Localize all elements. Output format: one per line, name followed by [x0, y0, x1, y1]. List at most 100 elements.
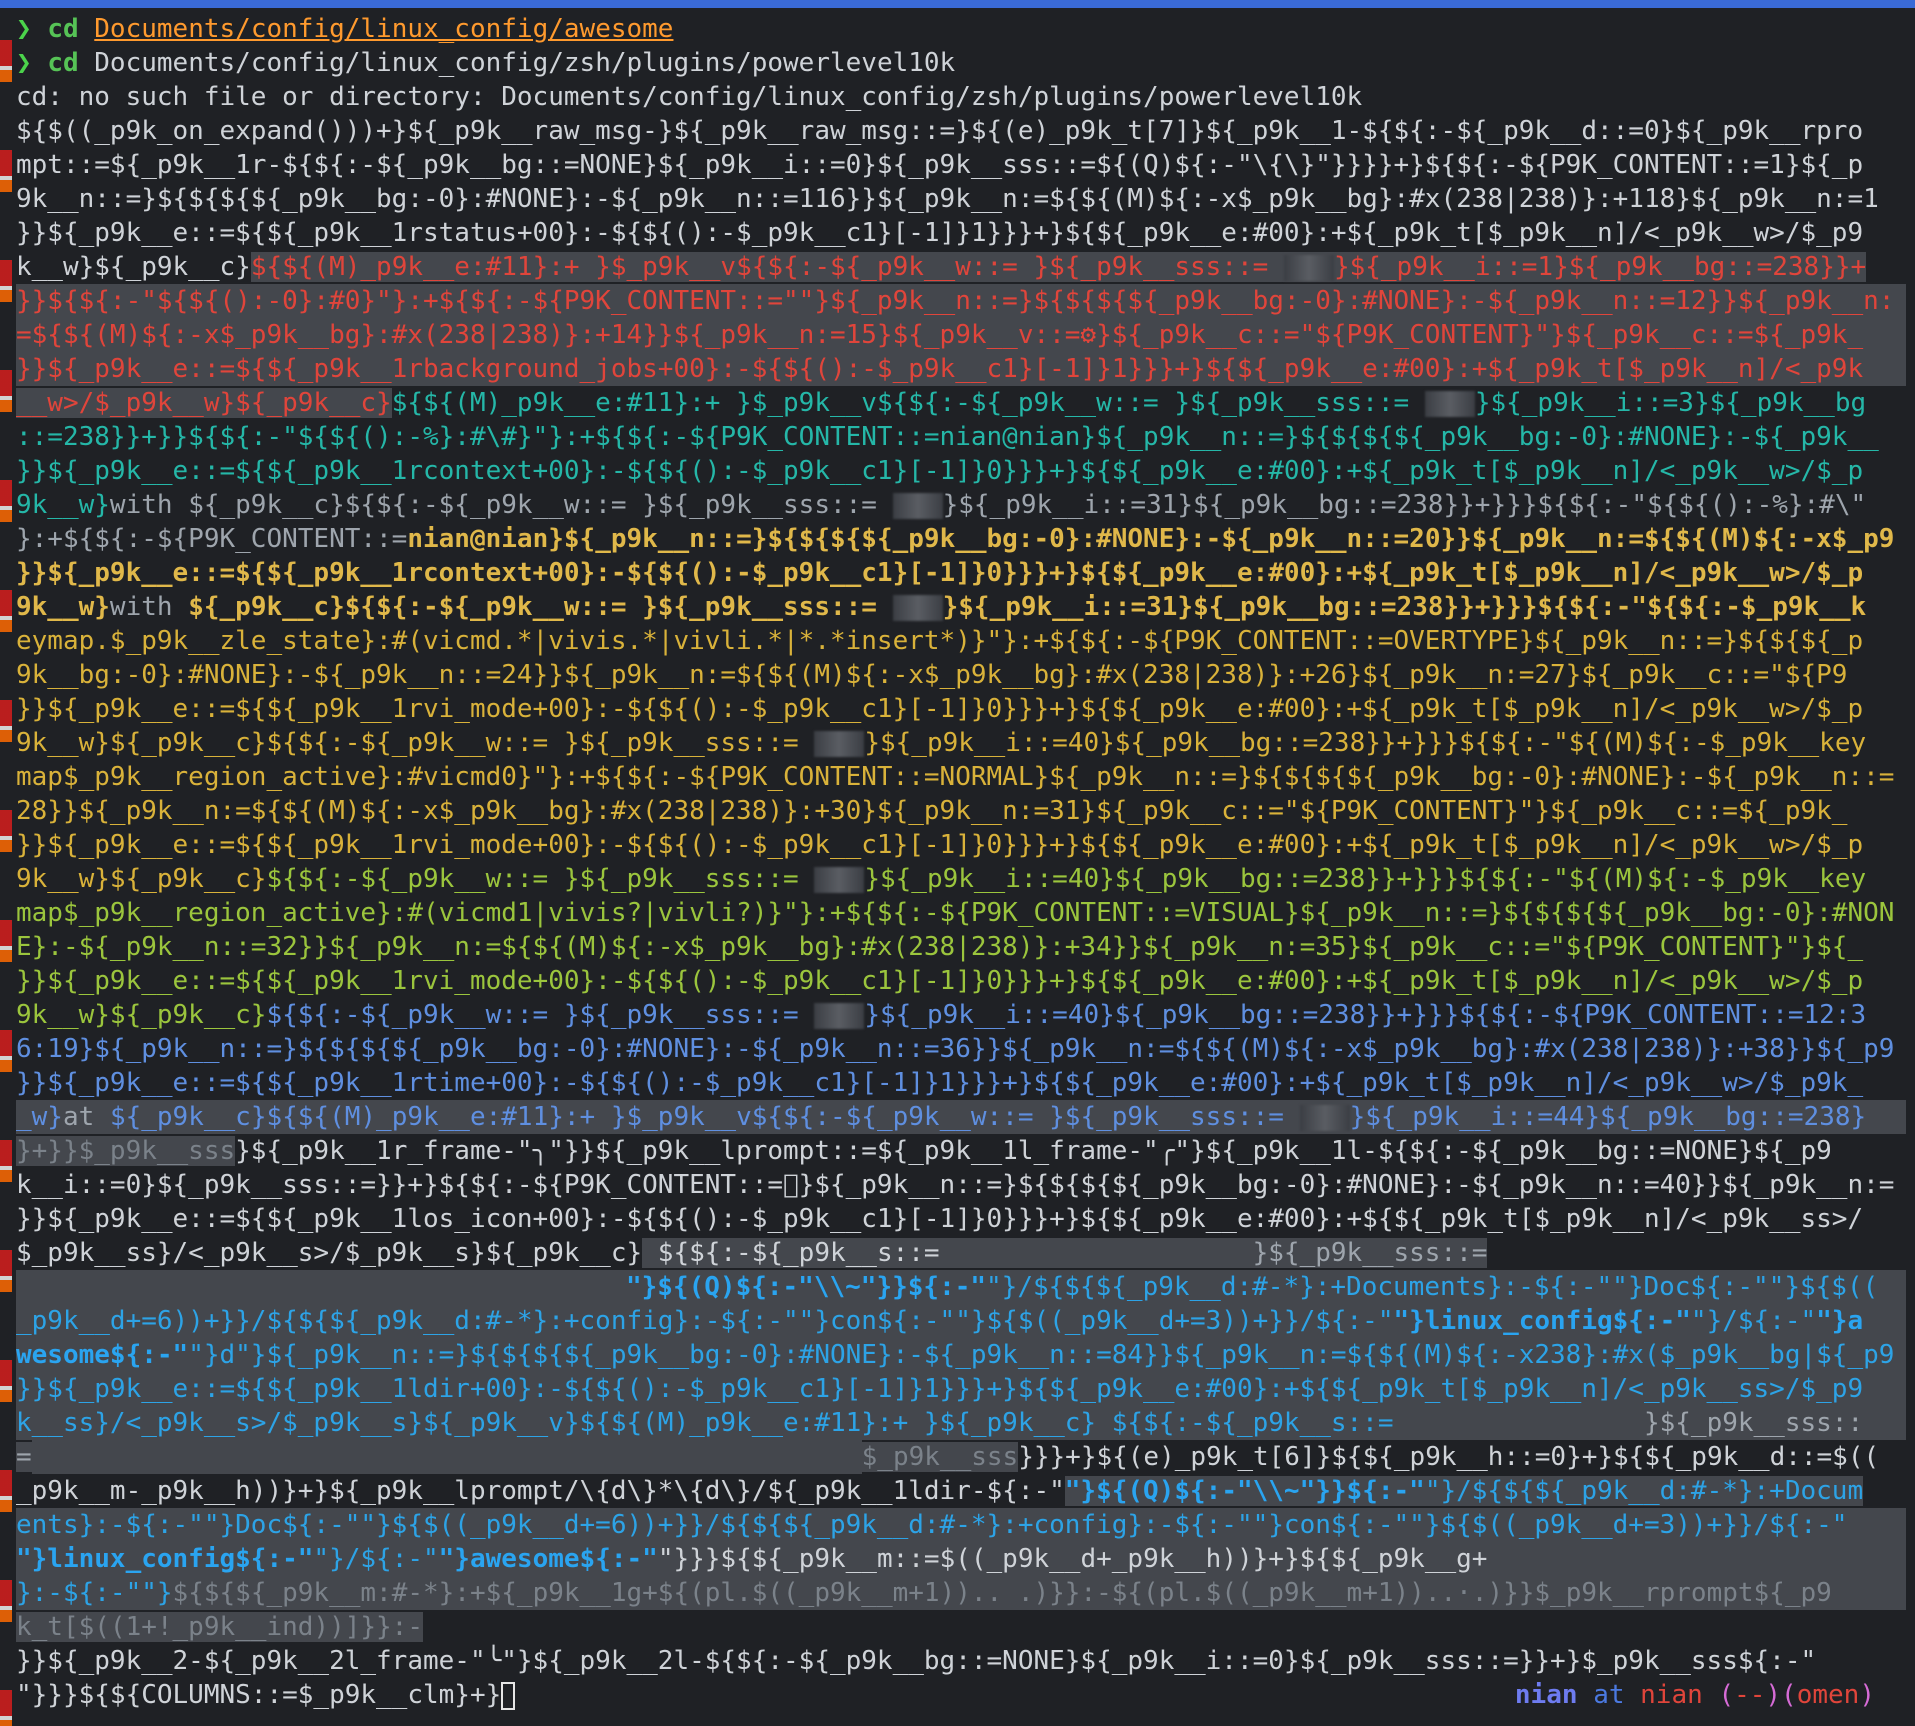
text-run: }${_p9k__i::=40}${_p9k__bg::=238}}+}}}${… — [864, 728, 1867, 758]
history-line-cd-powerlevel10k: ❯ cd Documents/config/linux_config/zsh/p… — [16, 46, 1906, 80]
text-run: 9k__w}${_p9k__c} — [16, 1000, 267, 1030]
garbage-line: eymap.$_p9k__zle_state}:#(vicmd.*|vivis.… — [16, 626, 1864, 656]
text-run: ${${:-${_p9k__s::= — [642, 1238, 1253, 1268]
rprompt-at: at — [1593, 1680, 1625, 1710]
garbage-line: map$_p9k__region_active}:#(vicmd1|vivis?… — [16, 898, 1895, 928]
garbage-line: }}${_p9k__e::=${${_p9k__1los_icon+00}:-$… — [16, 1204, 1864, 1234]
text-run: ${${(M)_p9k__e:#11}:+ }$_p9k__v${${:-${_… — [391, 388, 1425, 418]
command-word: cd — [47, 48, 79, 78]
text-run: "}awesome${:-" — [438, 1544, 658, 1574]
text-run: $_p9k__ss}/<_p9k__s>/$_p9k__s}${_p9k__c} — [16, 1238, 643, 1268]
garbage-line: k__w}${_p9k__c}${${(M)_p9k__e:#11}:+ }$_… — [16, 250, 1906, 284]
text-run: "}a — [1816, 1306, 1864, 1336]
garbage-line: __w>/$_p9k__w}${_p9k__c}${${(M)_p9k__e:#… — [16, 386, 1906, 420]
rprompt-env-name-2: omen — [1796, 1680, 1860, 1710]
terminal-output[interactable]: ❯ cd Documents/config/linux_config/aweso… — [16, 12, 1906, 1712]
text-run: nian@nian — [407, 524, 549, 554]
text-run: }${_p9k__i::=1}${_p9k__bg::=238}}+ — [1333, 252, 1867, 282]
text-run: }${_p9k__sss:: — [1643, 1408, 1864, 1438]
text-run: __w>/$_p9k__w}${_p9k__c} — [16, 388, 392, 418]
text-run: 9k__w}${_p9k__c} — [16, 728, 267, 758]
rprompt-env-name: -- — [1734, 1680, 1766, 1710]
rprompt-env-mid: )( — [1765, 1680, 1797, 1710]
rprompt-env-close: ) — [1859, 1680, 1875, 1710]
rprompt-host: nian — [1640, 1680, 1703, 1710]
rprompt-env-open: ( — [1718, 1680, 1735, 1710]
text-run: ${_p9k__c}${${(M)_p9k__e:#11}:+ }$_p9k__… — [109, 1102, 1300, 1132]
garbage-line: ${$((_p9k_on_expand()))+}${_p9k__raw_msg… — [16, 116, 1864, 146]
text-run: }${_p9k__i::=31}${_p9k__bg::=238}}+}}}${… — [942, 592, 1867, 622]
window-top-accent-bar — [0, 0, 1915, 8]
redacted-icon — [814, 1002, 865, 1029]
garbage-line: 9k__w}${_p9k__c}${${:-${_p9k__w::= }${_p… — [16, 998, 1906, 1032]
garbage-line: }}${_p9k__2-${_p9k__2l_frame-"╰"}${_p9k_… — [16, 1646, 1817, 1676]
redacted-icon — [892, 492, 943, 519]
path-argument-valid[interactable]: Documents/config/linux_config/awesome — [94, 14, 673, 44]
text-run: "}${(Q)${:-"\\~"}}${:-" — [1064, 1476, 1425, 1506]
text-run: }}}+}${(e)_p9k_t[6]}${${_p9k__h::=0}+}${… — [1018, 1442, 1880, 1472]
garbage-line: "}${(Q)${:-"\\~"}}${:-""}/${${${_p9k__d:… — [16, 1270, 1906, 1304]
rprompt-user: nian — [1514, 1680, 1578, 1710]
garbage-line: _w}at ${_p9k__c}${${(M)_p9k__e:#11}:+ }$… — [16, 1100, 1906, 1134]
text-run: ${${:-${_p9k__w::= }${_p9k__sss::= — [266, 728, 815, 758]
text-run: with ${_p9k__c}${${:-${_p9k__w::= }${_p9… — [109, 490, 893, 520]
text-run: ${${:-${_p9k__w::= }${_p9k__sss::= — [266, 1000, 815, 1030]
garbage-line: 9k__w}${_p9k__c}${${:-${_p9k__w::= }${_p… — [16, 862, 1906, 896]
command-word: cd — [47, 14, 79, 44]
garbage-line: k__i::=0}${_p9k__sss::=}}+}${${:-${P9K_C… — [16, 1170, 1895, 1200]
text-run: _w} — [16, 1102, 63, 1132]
garbage-line: }}${_p9k__e::=${${_p9k__1rcontext+00}:-$… — [16, 558, 1864, 588]
text-run: "}linux_config${:-" — [1393, 1306, 1691, 1336]
text-run: }${_p9k__1r_frame-"╮"}}${_p9k__lprompt::… — [235, 1136, 1832, 1166]
text-run: }${_p9k__i::=31}${_p9k__bg::=238}}+}}}${… — [942, 490, 1867, 520]
text-run: }+}}$_p9k__sss — [16, 1136, 236, 1166]
garbage-line: }}${_p9k__e::=${${_p9k__1rvi_mode+00}:-$… — [16, 830, 1864, 860]
text-run: k__w}${_p9k__c} — [16, 252, 251, 282]
garbage-line: }:+${${:-${P9K_CONTENT::=nian@nian}${_p9… — [16, 522, 1906, 556]
text-run: "}/${${${_p9k__d:#-*}:+Docum — [1424, 1476, 1864, 1506]
text-run: "}linux_config${:-" — [16, 1544, 314, 1574]
text-cursor[interactable] — [501, 1681, 516, 1710]
redacted-block — [1283, 252, 1334, 282]
text-run: k_t[$((1+!_p9k__ind))]}}:- — [16, 1612, 423, 1642]
garbage-line: }+}}$_p9k__sss}${_p9k__1r_frame-"╮"}}${_… — [16, 1134, 1906, 1168]
redacted-icon — [1299, 1104, 1350, 1131]
garbage-line: _p9k__m-_p9k__h))}+}${_p9k__lprompt/\{d\… — [16, 1474, 1906, 1508]
redacted-icon — [814, 730, 865, 757]
garbage-line: wesome${:-""}d"}${_p9k__n::=}${${${${_p9… — [16, 1338, 1906, 1372]
text-run: }${_p9k__i::=44}${_p9k__bg::=238} — [1349, 1102, 1867, 1132]
text-run: }${_p9k__sss::= — [1252, 1238, 1488, 1268]
text-run: wesome${:-" — [16, 1340, 189, 1370]
text-run: }:-${:-""} — [16, 1578, 173, 1608]
garbage-line: = $_p9k__sss}}}+}${(e)_p9k_t[6]}${${_p9k_… — [16, 1440, 1906, 1474]
garbage-line: 9k__w}with ${_p9k__c}${${:-${_p9k__w::= … — [16, 488, 1906, 522]
terminal-window[interactable]: ❯ cd Documents/config/linux_config/aweso… — [0, 0, 1915, 1726]
garbage-line: }}${_p9k__e::=${${_p9k__1rstatus+00}:-${… — [16, 218, 1864, 248]
garbage-line: "}linux_config${:-""}/${:-""}awesome${:-… — [16, 1542, 1906, 1576]
garbage-line: }}${_p9k__e::=${${_p9k__1ldir+00}:-${${(… — [16, 1372, 1906, 1406]
garbage-line: 9k__w}with ${_p9k__c}${${:-${_p9k__w::= … — [16, 590, 1906, 624]
garbage-line: 6:19}${_p9k__n::=}${${${${_p9k__bg:-0}:#… — [16, 1034, 1895, 1064]
garbage-line: 28}}${_p9k__n:=${${(M)${:-x$_p9k__bg}:#x… — [16, 796, 1848, 826]
text-run: 9k__w}${_p9k__c} — [16, 864, 267, 894]
text-run: }${_p9k__i::=3}${_p9k__bg — [1474, 388, 1867, 418]
text-run: "}/${${${_p9k__d:#-*}:+Documents}:-${:-"… — [986, 1272, 1879, 1302]
garbage-line: E}:-${_p9k__n::=32}}${_p9k__n:=${${(M)${… — [16, 932, 1864, 962]
indent-spacer — [31, 1440, 862, 1474]
text-run: ${${${_p9k__m:#-*}:+${_p9k__1g+${(pl.$((… — [172, 1578, 1832, 1608]
text-run: ${_p9k__c}${${:-${_p9k__w::= }${_p9k__ss… — [188, 592, 893, 622]
redacted-icon — [892, 594, 943, 621]
redacted-icon — [1424, 390, 1475, 417]
text-run: }${_p9k__i::=40}${_p9k__bg::=238}}+}}}${… — [864, 1000, 1867, 1030]
garbage-line: }}${_p9k__e::=${${_p9k__1rbackground_job… — [16, 352, 1906, 386]
garbage-line: 9k__n::=}${${${${_p9k__bg:-0}:#NONE}:-${… — [16, 184, 1879, 214]
garbage-line: 9k__bg:-0}:#NONE}:-${_p9k__n::=24}}${_p9… — [16, 660, 1848, 690]
text-run: with — [109, 592, 189, 622]
garbage-line: _p9k__d+=6))+}}/${${${_p9k__d:#-*}:+conf… — [16, 1304, 1906, 1338]
garbage-line: }}${_p9k__e::=${${_p9k__1rvi_mode+00}:-$… — [16, 694, 1864, 724]
text-run: "}/${:-" — [313, 1544, 439, 1574]
garbage-line: mpt::=${_p9k__1r-${${:-${_p9k__bg::=NONE… — [16, 150, 1864, 180]
text-run: 9k__w} — [16, 490, 110, 520]
garbage-line: }}${_p9k__e::=${${_p9k__1rtime+00}:-${${… — [16, 1068, 1864, 1098]
prompt-arrow-icon: ❯ — [16, 48, 32, 78]
